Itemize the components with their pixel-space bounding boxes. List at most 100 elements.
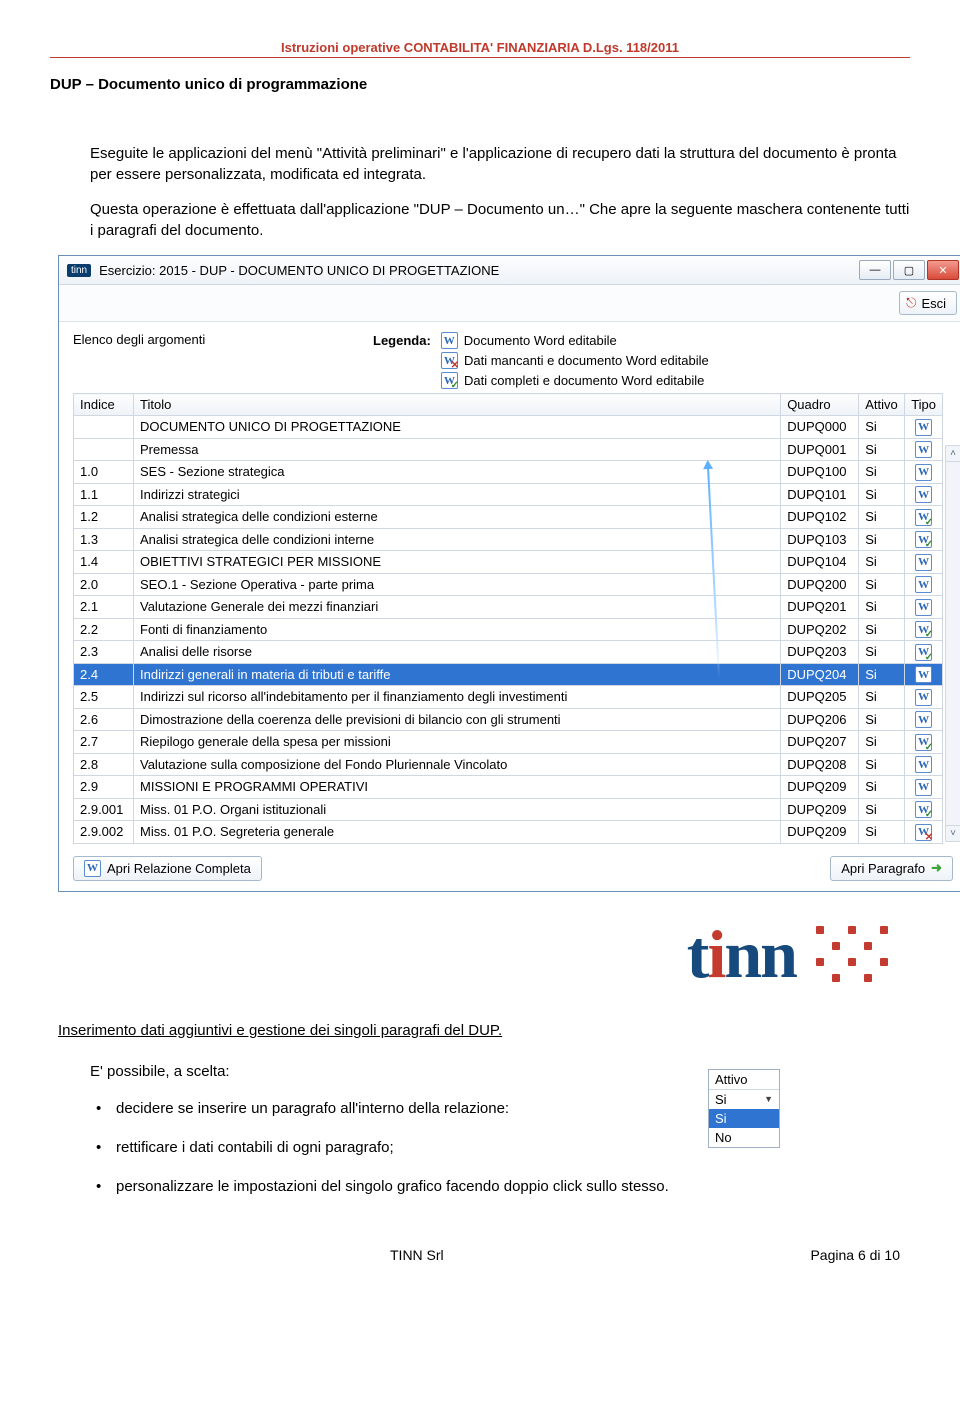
word-icon[interactable]: W bbox=[915, 801, 932, 818]
cell-tipo[interactable]: W bbox=[905, 708, 943, 731]
table-row[interactable]: 2.6Dimostrazione della coerenza delle pr… bbox=[74, 708, 943, 731]
window-minimize-button[interactable]: — bbox=[859, 260, 891, 280]
table-row[interactable]: 2.0SEO.1 - Sezione Operativa - parte pri… bbox=[74, 573, 943, 596]
table-row[interactable]: 2.9.002Miss. 01 P.O. Segreteria generale… bbox=[74, 821, 943, 844]
window-close-button[interactable]: ✕ bbox=[927, 260, 959, 280]
table-row[interactable]: 2.4Indirizzi generali in materia di trib… bbox=[74, 663, 943, 686]
scroll-down-icon[interactable]: ˅ bbox=[946, 825, 960, 841]
cell-tipo[interactable]: W bbox=[905, 573, 943, 596]
cell-tipo[interactable]: W bbox=[905, 618, 943, 641]
word-icon[interactable]: W bbox=[915, 644, 932, 661]
table-row[interactable]: 2.7Riepilogo generale della spesa per mi… bbox=[74, 731, 943, 754]
word-icon[interactable]: W bbox=[915, 419, 932, 436]
word-icon[interactable]: W bbox=[915, 621, 932, 638]
cell-tipo[interactable]: W bbox=[905, 821, 943, 844]
cell-attivo: Si bbox=[859, 438, 905, 461]
table-row[interactable]: 1.1Indirizzi strategiciDUPQ101SiW bbox=[74, 483, 943, 506]
table-row[interactable]: DOCUMENTO UNICO DI PROGETTAZIONEDUPQ000S… bbox=[74, 416, 943, 439]
cell-titolo: Indirizzi sul ricorso all'indebitamento … bbox=[134, 686, 781, 709]
cell-indice: 1.4 bbox=[74, 551, 134, 574]
table-row[interactable]: 1.3Analisi strategica delle condizioni i… bbox=[74, 528, 943, 551]
table-row[interactable]: 2.9.001Miss. 01 P.O. Organi istituzional… bbox=[74, 798, 943, 821]
word-icon[interactable]: W bbox=[915, 599, 932, 616]
table-row[interactable]: 2.1Valutazione Generale dei mezzi finanz… bbox=[74, 596, 943, 619]
cell-tipo[interactable]: W bbox=[905, 641, 943, 664]
col-titolo[interactable]: Titolo bbox=[134, 394, 781, 416]
logo-band: tinn bbox=[58, 900, 910, 1004]
col-attivo[interactable]: Attivo bbox=[859, 394, 905, 416]
cell-quadro: DUPQ209 bbox=[781, 776, 859, 799]
cell-tipo[interactable]: W bbox=[905, 686, 943, 709]
window-maximize-button[interactable]: ▢ bbox=[893, 260, 925, 280]
cell-titolo: Indirizzi strategici bbox=[134, 483, 781, 506]
cell-attivo: Si bbox=[859, 551, 905, 574]
cell-tipo[interactable]: W bbox=[905, 731, 943, 754]
col-quadro[interactable]: Quadro bbox=[781, 394, 859, 416]
word-icon[interactable]: W bbox=[915, 756, 932, 773]
table-row[interactable]: 2.9MISSIONI E PROGRAMMI OPERATIVIDUPQ209… bbox=[74, 776, 943, 799]
word-icon[interactable]: W bbox=[915, 779, 932, 796]
cell-quadro: DUPQ207 bbox=[781, 731, 859, 754]
cell-tipo[interactable]: W bbox=[905, 596, 943, 619]
cell-titolo: OBIETTIVI STRATEGICI PER MISSIONE bbox=[134, 551, 781, 574]
table-row[interactable]: 1.4OBIETTIVI STRATEGICI PER MISSIONEDUPQ… bbox=[74, 551, 943, 574]
cell-tipo[interactable]: W bbox=[905, 551, 943, 574]
legenda-item-1: Dati mancanti e documento Word editabile bbox=[464, 353, 709, 368]
table-row[interactable]: 2.2Fonti di finanziamentoDUPQ202SiW bbox=[74, 618, 943, 641]
cell-quadro: DUPQ001 bbox=[781, 438, 859, 461]
word-icon[interactable]: W bbox=[915, 734, 932, 751]
esci-label: Esci bbox=[921, 296, 946, 311]
table-row[interactable]: 1.0SES - Sezione strategicaDUPQ100SiW bbox=[74, 461, 943, 484]
table-row[interactable]: 1.2Analisi strategica delle condizioni e… bbox=[74, 506, 943, 529]
col-tipo[interactable]: Tipo bbox=[905, 394, 943, 416]
open-full-report-button[interactable]: W Apri Relazione Completa bbox=[73, 856, 262, 881]
word-icon[interactable]: W bbox=[915, 509, 932, 526]
cell-indice: 1.2 bbox=[74, 506, 134, 529]
cell-tipo[interactable]: W bbox=[905, 798, 943, 821]
cell-titolo: Fonti di finanziamento bbox=[134, 618, 781, 641]
cell-tipo[interactable]: W bbox=[905, 663, 943, 686]
cell-tipo[interactable]: W bbox=[905, 483, 943, 506]
word-missing-icon: W bbox=[441, 352, 458, 369]
col-indice[interactable]: Indice bbox=[74, 394, 134, 416]
cell-tipo[interactable]: W bbox=[905, 753, 943, 776]
table-row[interactable]: 2.3Analisi delle risorseDUPQ203SiW bbox=[74, 641, 943, 664]
cell-indice: 2.3 bbox=[74, 641, 134, 664]
cell-titolo: Miss. 01 P.O. Segreteria generale bbox=[134, 821, 781, 844]
cell-quadro: DUPQ101 bbox=[781, 483, 859, 506]
scroll-up-icon[interactable]: ˄ bbox=[946, 446, 960, 462]
cell-titolo: SEO.1 - Sezione Operativa - parte prima bbox=[134, 573, 781, 596]
word-icon[interactable]: W bbox=[915, 441, 932, 458]
word-icon[interactable]: W bbox=[915, 531, 932, 548]
cell-tipo[interactable]: W bbox=[905, 528, 943, 551]
table-row[interactable]: 2.8Valutazione sulla composizione del Fo… bbox=[74, 753, 943, 776]
window-titlebar[interactable]: tinn Esercizio: 2015 - DUP - DOCUMENTO U… bbox=[59, 256, 960, 285]
word-icon[interactable]: W bbox=[915, 576, 932, 593]
cell-tipo[interactable]: W bbox=[905, 461, 943, 484]
cell-quadro: DUPQ209 bbox=[781, 798, 859, 821]
cell-quadro: DUPQ200 bbox=[781, 573, 859, 596]
cell-tipo[interactable]: W bbox=[905, 416, 943, 439]
cell-quadro: DUPQ205 bbox=[781, 686, 859, 709]
table-row[interactable]: 2.5Indirizzi sul ricorso all'indebitamen… bbox=[74, 686, 943, 709]
grid-scrollbar[interactable]: ˄ ˅ bbox=[945, 445, 960, 842]
table-row[interactable]: PremessaDUPQ001SiW bbox=[74, 438, 943, 461]
word-icon[interactable]: W bbox=[915, 554, 932, 571]
word-icon[interactable]: W bbox=[915, 666, 932, 683]
word-icon[interactable]: W bbox=[915, 464, 932, 481]
word-icon[interactable]: W bbox=[915, 711, 932, 728]
cell-tipo[interactable]: W bbox=[905, 438, 943, 461]
cell-attivo: Si bbox=[859, 776, 905, 799]
cell-tipo[interactable]: W bbox=[905, 506, 943, 529]
word-icon[interactable]: W bbox=[915, 689, 932, 706]
cell-titolo: Dimostrazione della coerenza delle previ… bbox=[134, 708, 781, 731]
cell-titolo: SES - Sezione strategica bbox=[134, 461, 781, 484]
bullet-1: rettificare i dati contabili di ogni par… bbox=[90, 1137, 910, 1158]
word-icon[interactable]: W bbox=[915, 824, 932, 841]
cell-tipo[interactable]: W bbox=[905, 776, 943, 799]
arguments-table[interactable]: Indice Titolo Quadro Attivo Tipo DOCUMEN… bbox=[73, 393, 943, 844]
word-icon[interactable]: W bbox=[915, 486, 932, 503]
cell-attivo: Si bbox=[859, 416, 905, 439]
esci-button[interactable]: ⎋ Esci bbox=[899, 291, 957, 315]
open-paragraph-button[interactable]: Apri Paragrafo ➜ bbox=[830, 856, 953, 881]
